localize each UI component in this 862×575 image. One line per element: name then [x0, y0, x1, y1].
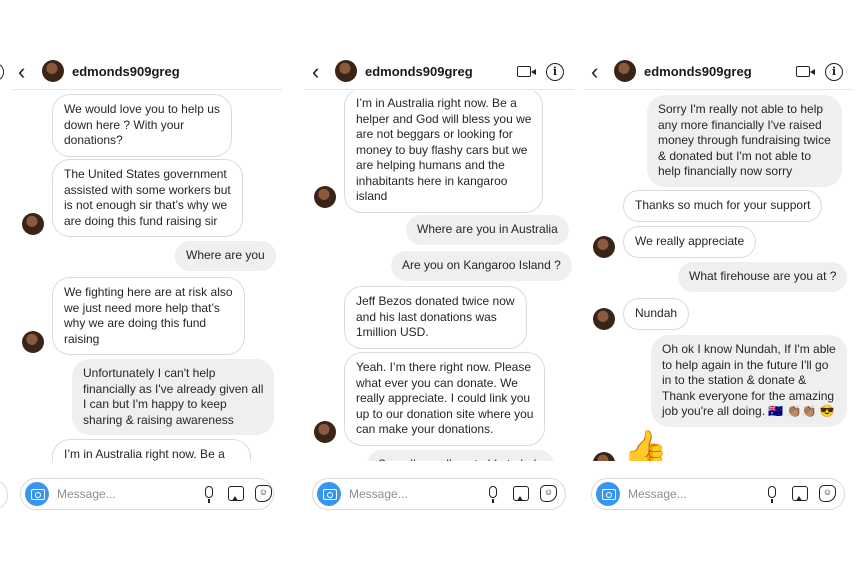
message-list: We would love you to help us down here ?…: [12, 91, 282, 461]
message-sent: Where are you: [175, 241, 276, 271]
camera-icon[interactable]: [25, 482, 49, 506]
avatar: [22, 213, 44, 235]
cropped-composer: [0, 479, 8, 511]
message-sent: Oh ok I know Nundah, If I'm able to help…: [651, 335, 847, 427]
message-received: I’m in Australia right now. Be a helper …: [52, 439, 252, 461]
chat-panel-3: ‹ edmonds909greg i Sorry I'm really not …: [583, 56, 853, 512]
message-received: We would love you to help us down here ?…: [52, 94, 232, 157]
gallery-icon[interactable]: [513, 486, 529, 501]
message-input[interactable]: Message...: [349, 487, 408, 501]
message-received: We really appreciate: [623, 226, 757, 258]
sticker-icon[interactable]: ☺: [540, 485, 557, 502]
avatar: [593, 236, 615, 258]
avatar: [593, 308, 615, 330]
message-sent: Where are you in Australia: [406, 215, 569, 245]
microphone-icon[interactable]: [768, 486, 776, 503]
avatar[interactable]: [614, 60, 636, 82]
avatar: [593, 452, 615, 461]
video-call-icon[interactable]: [796, 66, 815, 77]
back-chevron-icon[interactable]: ‹: [18, 61, 30, 83]
message-received: I’m in Australia right now. Be a helper …: [344, 91, 544, 213]
thumbs-up-emoji: 👍: [623, 428, 668, 462]
message-composer[interactable]: Message... ☺: [591, 478, 845, 510]
message-sent: Sorry I'm really not able to help: [367, 450, 555, 461]
camera-icon[interactable]: [317, 482, 341, 506]
microphone-icon[interactable]: [489, 486, 497, 503]
info-icon[interactable]: i: [546, 63, 564, 81]
avatar: [22, 331, 44, 353]
video-call-icon[interactable]: [517, 66, 536, 77]
chat-header: ‹ edmonds909greg i: [583, 56, 853, 90]
message-input[interactable]: Message...: [628, 487, 687, 501]
message-received: Thanks so much for your support: [623, 190, 823, 222]
previous-panel-edge: [0, 56, 10, 512]
sticker-icon[interactable]: ☺: [255, 485, 272, 502]
sticker-icon[interactable]: ☺: [819, 485, 836, 502]
cropped-header-icon: [0, 64, 4, 80]
back-chevron-icon[interactable]: ‹: [591, 61, 603, 83]
chat-panel-2: ‹ edmonds909greg i I’m in Australia righ…: [304, 56, 574, 512]
microphone-icon[interactable]: [205, 486, 213, 503]
gallery-icon[interactable]: [792, 486, 808, 501]
chat-username[interactable]: edmonds909greg: [72, 64, 180, 79]
message-sent: Sorry I'm really not able to help any mo…: [647, 95, 842, 187]
avatar[interactable]: [335, 60, 357, 82]
info-icon[interactable]: i: [825, 63, 843, 81]
message-received: Jeff Bezos donated twice now and his las…: [344, 286, 527, 349]
message-list: Sorry I'm really not able to help any mo…: [583, 91, 853, 461]
avatar: [314, 421, 336, 443]
avatar[interactable]: [42, 60, 64, 82]
chat-panel-1: ‹ edmonds909greg We would love you to he…: [12, 56, 282, 512]
chat-username[interactable]: edmonds909greg: [365, 64, 473, 79]
camera-icon[interactable]: [596, 482, 620, 506]
message-composer[interactable]: Message... ☺: [312, 478, 566, 510]
gallery-icon[interactable]: [228, 486, 244, 501]
back-chevron-icon[interactable]: ‹: [312, 61, 324, 83]
message-input[interactable]: Message...: [57, 487, 116, 501]
chat-header: ‹ edmonds909greg i: [304, 56, 574, 90]
chat-header: ‹ edmonds909greg: [12, 56, 282, 90]
avatar: [314, 186, 336, 208]
message-composer[interactable]: Message... ☺: [20, 478, 274, 510]
message-sent: Unfortunately I can't help financially a…: [72, 359, 275, 435]
message-received: The United States government assisted wi…: [52, 159, 243, 237]
message-received: We fighting here are at risk also we jus…: [52, 277, 245, 355]
message-received: Nundah: [623, 298, 690, 330]
message-list: I’m in Australia right now. Be a helper …: [304, 91, 574, 461]
message-sent: Are you on Kangaroo Island ?: [391, 251, 572, 281]
chat-username[interactable]: edmonds909greg: [644, 64, 752, 79]
message-received: Yeah. I’m there right now. Please what e…: [344, 352, 546, 446]
message-sent: What firehouse are you at ?: [678, 262, 848, 292]
